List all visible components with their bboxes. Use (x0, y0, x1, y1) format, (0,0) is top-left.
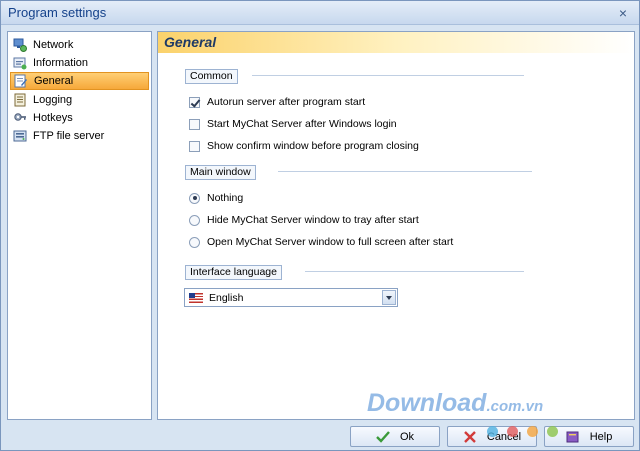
checkbox-label: Start MyChat Server after Windows login (207, 118, 397, 130)
radio-open-full-screen[interactable]: Open MyChat Server window to full screen… (189, 235, 453, 249)
sidebar-item-ftp-file-server[interactable]: FTP file server (10, 127, 149, 145)
watermark-dots (487, 426, 567, 437)
program-settings-window: Program settings × Network Information G… (0, 0, 640, 451)
sidebar-item-label: Network (33, 39, 74, 51)
help-book-icon (566, 431, 580, 443)
radio-label: Open MyChat Server window to full screen… (207, 236, 454, 248)
checkbox-autorun-server[interactable]: Autorun server after program start (189, 95, 365, 109)
group-divider (278, 171, 532, 172)
radio-hide-to-tray[interactable]: Hide MyChat Server window to tray after … (189, 213, 419, 227)
ftp-icon (13, 129, 27, 143)
panel-header: General (158, 32, 634, 53)
checkbox-label: Show confirm window before program closi… (207, 140, 419, 152)
radio-nothing[interactable]: Nothing (189, 191, 243, 205)
network-icon (13, 38, 27, 52)
group-label-main-window: Main window (185, 165, 256, 180)
radio-button[interactable] (189, 192, 200, 204)
ok-button[interactable]: Ok (350, 426, 440, 447)
radio-label: Hide MyChat Server window to tray after … (207, 214, 419, 226)
group-label-common: Common (185, 69, 238, 84)
watermark-dot (547, 426, 558, 437)
sidebar-item-general[interactable]: General (10, 72, 149, 90)
watermark-dot (507, 426, 518, 437)
watermark-text: Download (367, 389, 487, 417)
watermark-dot (487, 426, 498, 437)
title-bar[interactable]: Program settings × (1, 1, 639, 25)
radio-button[interactable] (189, 214, 200, 226)
watermark-suffix: .com.vn (486, 398, 544, 415)
ok-button-label: Ok (399, 430, 415, 443)
checkbox-label: Autorun server after program start (207, 96, 366, 108)
logging-icon (13, 93, 27, 107)
sidebar-item-label: General (34, 75, 74, 87)
close-icon[interactable]: × (615, 5, 631, 21)
watermark-logo: Download.com.vn (367, 389, 543, 418)
us-flag-icon (189, 292, 203, 303)
settings-sidebar: Network Information General Logging Hotk… (7, 31, 152, 420)
checkbox-box[interactable] (189, 118, 200, 130)
checkbox-start-after-login[interactable]: Start MyChat Server after Windows login (189, 117, 397, 131)
group-label-interface-language: Interface language (185, 265, 282, 280)
group-divider (305, 271, 524, 272)
sidebar-item-label: Information (33, 57, 89, 69)
sidebar-item-hotkeys[interactable]: Hotkeys (10, 109, 149, 127)
checkbox-box[interactable] (189, 96, 200, 108)
radio-button[interactable] (189, 236, 200, 248)
page-title: General (164, 34, 217, 50)
help-button-label: Help (589, 430, 613, 443)
watermark-dot (527, 426, 538, 437)
sidebar-item-logging[interactable]: Logging (10, 91, 149, 109)
window-title: Program settings (8, 5, 107, 20)
sidebar-item-label: FTP file server (33, 130, 105, 142)
checkmark-icon (376, 430, 390, 443)
general-icon (14, 74, 28, 88)
radio-label: Nothing (207, 192, 244, 204)
checkbox-confirm-closing[interactable]: Show confirm window before program closi… (189, 139, 419, 153)
sidebar-item-label: Logging (33, 94, 73, 106)
information-icon (13, 56, 27, 70)
cancel-icon (463, 430, 477, 443)
sidebar-item-network[interactable]: Network (10, 36, 149, 54)
group-divider (252, 75, 524, 76)
language-select[interactable]: English (184, 288, 398, 307)
hotkeys-icon (13, 111, 27, 125)
general-settings-panel: General Common Autorun server after prog… (157, 31, 635, 420)
language-select-value: English (209, 291, 244, 304)
sidebar-item-information[interactable]: Information (10, 54, 149, 72)
checkbox-box[interactable] (189, 140, 200, 152)
sidebar-item-label: Hotkeys (33, 112, 73, 124)
chevron-down-icon[interactable] (382, 290, 396, 305)
